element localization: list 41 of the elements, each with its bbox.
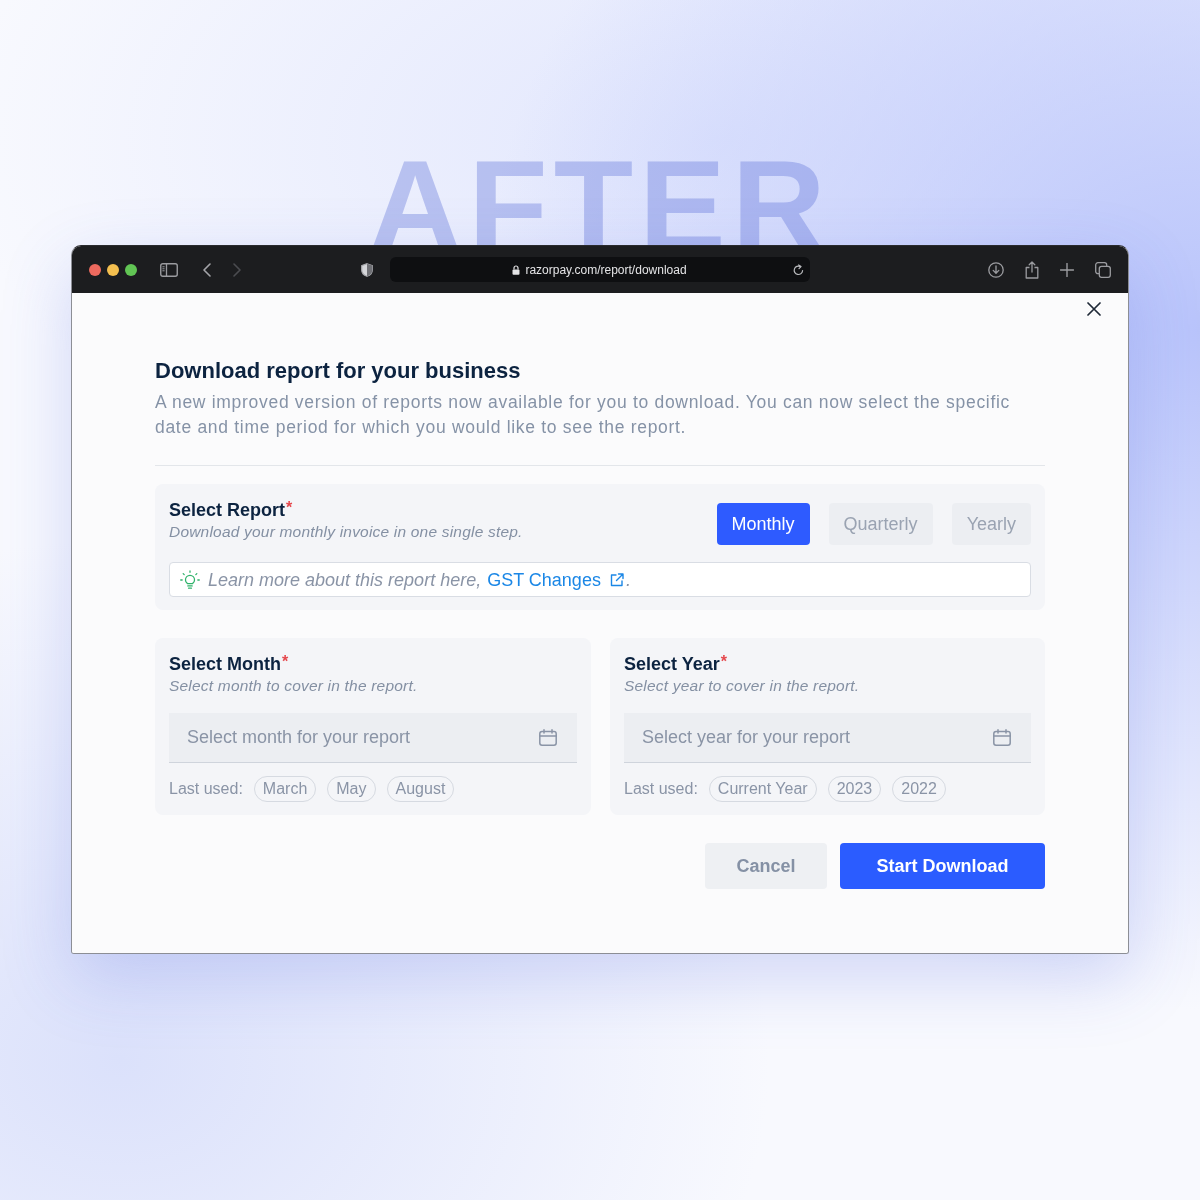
calendar-icon[interactable] [539, 729, 557, 746]
recent-label: Last used: [624, 779, 698, 799]
download-icon[interactable] [988, 261, 1004, 278]
report-period-option[interactable]: Monthly [716, 503, 810, 545]
section-subtitle: Download your monthly invoice in one single step. [169, 522, 523, 542]
window-close-icon[interactable] [89, 263, 101, 276]
section-title: Select Month [169, 653, 281, 675]
sidebar-icon[interactable] [160, 262, 178, 277]
tabs-icon[interactable] [1095, 261, 1111, 278]
info-text: Learn more about this report here, GST Changes . [208, 568, 631, 591]
window-zoom-icon[interactable] [125, 263, 137, 276]
report-period-option[interactable]: Yearly [951, 503, 1031, 545]
gst-changes-link[interactable]: GST Changes [487, 569, 626, 590]
report-period-option[interactable]: Quarterly [828, 503, 933, 545]
address-bar[interactable]: razorpay.com/report/download [390, 257, 810, 282]
cancel-button[interactable]: Cancel [705, 843, 827, 889]
section-subtitle: Select month to cover in the report. [169, 676, 419, 696]
select-field[interactable]: Select year for your report [624, 713, 1031, 763]
section-subtitle: Select year to cover in the report. [624, 676, 861, 696]
section-title: Select Year [624, 653, 720, 675]
reload-icon[interactable] [793, 263, 804, 276]
lock-icon [512, 264, 521, 275]
back-icon[interactable] [203, 262, 211, 277]
calendar-icon[interactable] [993, 729, 1011, 746]
download-button[interactable]: Start Download [840, 843, 1045, 889]
url-text: razorpay.com/report/download [525, 261, 687, 278]
external-link-icon[interactable] [609, 572, 624, 587]
required-mark: * [286, 499, 293, 517]
dialog-title: Download report for your business [155, 357, 522, 385]
lightbulb-icon [180, 569, 200, 590]
dialog-description: A new improved version of reports now available for you to download. You can now select the specific date and time period for which you would like to see the report. [155, 391, 1012, 439]
required-mark: * [720, 653, 727, 671]
shield-icon[interactable] [361, 262, 373, 277]
recent-label: Last used: [169, 779, 243, 799]
window-minimize-icon[interactable] [107, 263, 119, 276]
section-title: Select Report [169, 499, 286, 521]
new-tab-icon[interactable] [1060, 262, 1074, 277]
share-icon[interactable] [1025, 260, 1039, 279]
select-field[interactable]: Select month for your report [169, 713, 577, 763]
close-icon[interactable] [1087, 302, 1101, 316]
required-mark: * [282, 653, 289, 671]
